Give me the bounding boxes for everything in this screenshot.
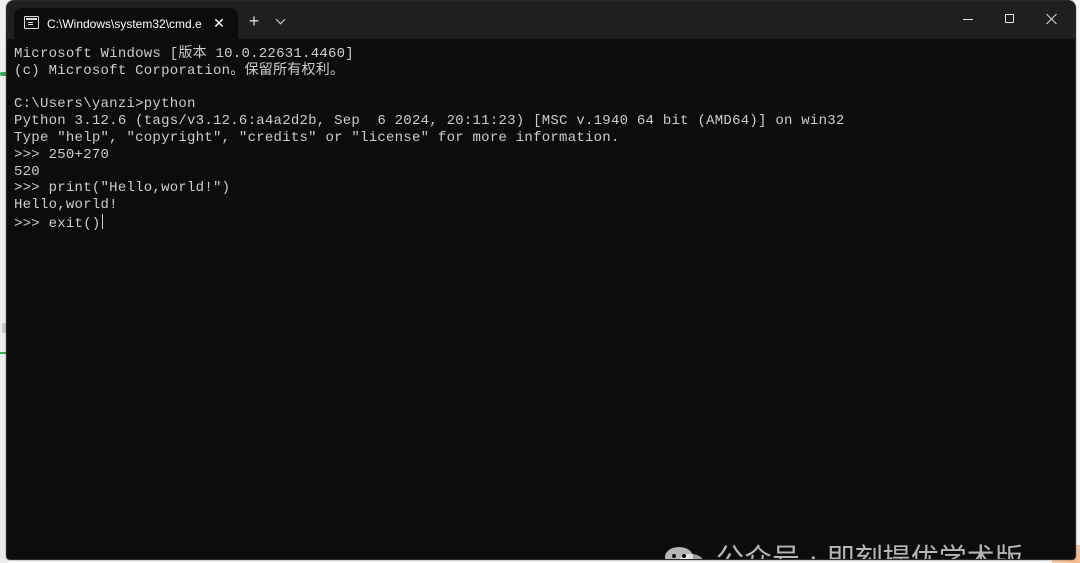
chevron-down-icon[interactable] (273, 13, 289, 29)
new-tab-button[interactable]: + (245, 12, 263, 30)
terminal-line: (c) Microsoft Corporation。保留所有权利。 (14, 62, 345, 79)
terminal-icon (24, 16, 39, 29)
watermark-text: 公众号 · 即刻提优学术版 (716, 542, 1023, 559)
terminal-output: Microsoft Windows [版本 10.0.22631.4460] (c… (14, 46, 845, 233)
window-controls (945, 1, 1075, 39)
terminal-line: Type "help", "copyright", "credits" or "… (14, 129, 620, 146)
terminal-line: Python 3.12.6 (tags/v3.12.6:a4a2d2b, Sep… (14, 113, 845, 130)
tab-title: C:\Windows\system32\cmd.e (47, 17, 202, 31)
terminal-titlebar: C:\Windows\system32\cmd.e ✕ + (7, 1, 1075, 40)
maximize-icon[interactable] (989, 1, 1031, 39)
current-prompt-line: >>> exit() (14, 213, 845, 233)
wechat-icon (665, 547, 703, 559)
terminal-line: >>> print("Hello,world!") (14, 180, 231, 197)
desktop-background: C:\Windows\system32\cmd.e ✕ + Microsoft … (0, 0, 1080, 563)
terminal-line: C:\Users\yanzi>python (14, 96, 196, 113)
close-icon[interactable] (1031, 1, 1073, 39)
text-cursor (101, 213, 103, 229)
terminal-line: >>> 250+270 (14, 146, 110, 163)
terminal-line: 520 (14, 163, 40, 180)
watermark: 公众号 · 即刻提优学术版 (663, 540, 1055, 559)
current-prompt: >>> exit() (14, 215, 101, 232)
active-terminal-tab[interactable]: C:\Windows\system32\cmd.e ✕ (14, 8, 238, 39)
terminal-line: Hello,world! (14, 197, 118, 214)
tab-close-icon[interactable]: ✕ (211, 15, 227, 31)
terminal-content[interactable]: Microsoft Windows [版本 10.0.22631.4460] (c… (7, 39, 1075, 559)
terminal-line: Microsoft Windows [版本 10.0.22631.4460] (14, 46, 354, 62)
minimize-icon[interactable] (947, 1, 989, 39)
terminal-window: C:\Windows\system32\cmd.e ✕ + Microsoft … (6, 0, 1076, 560)
